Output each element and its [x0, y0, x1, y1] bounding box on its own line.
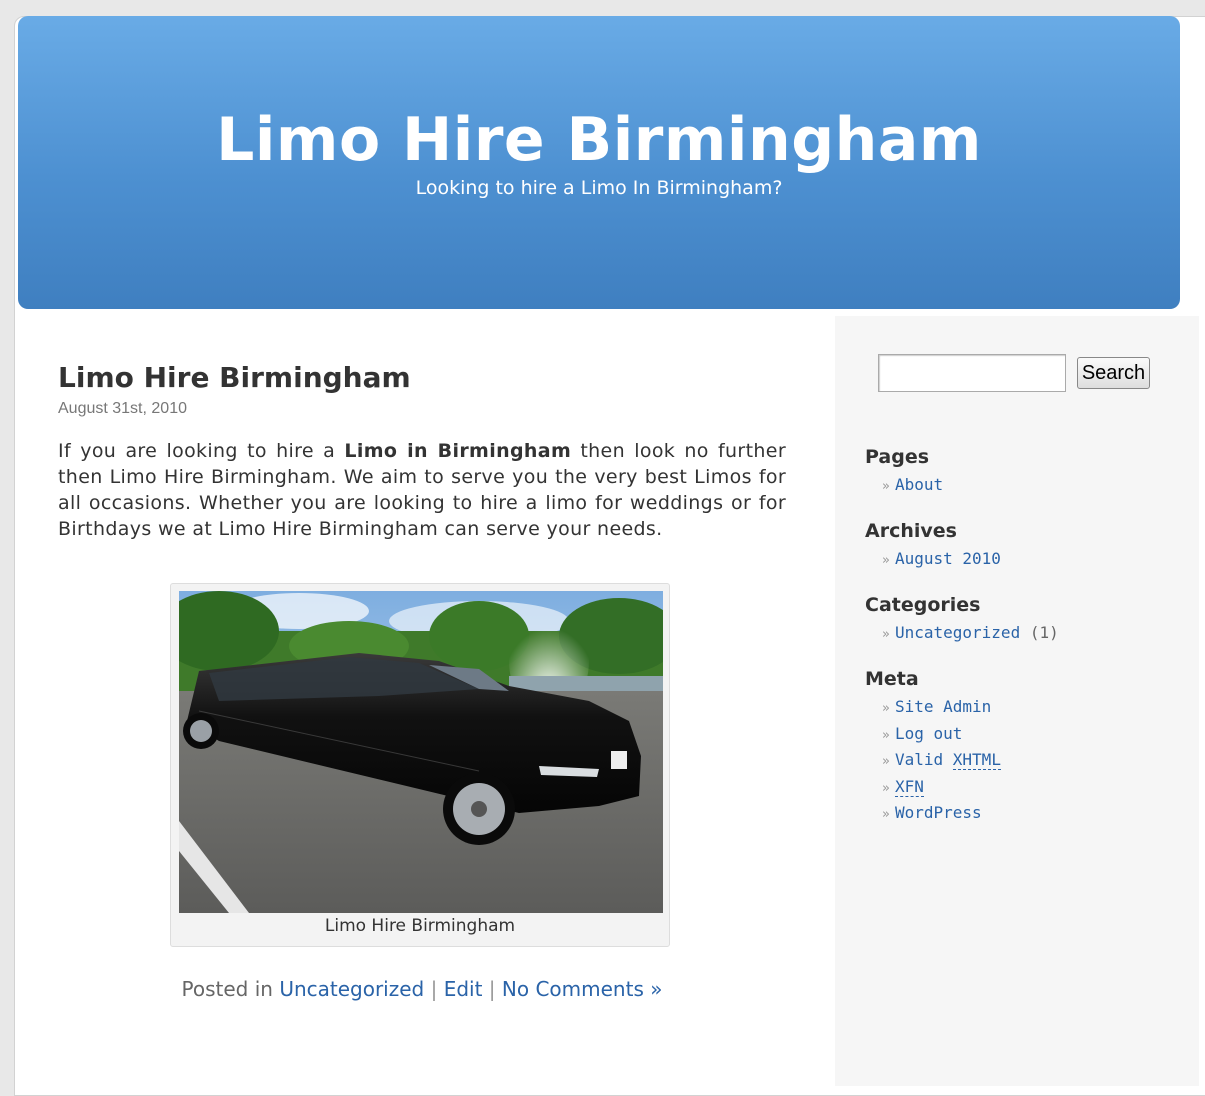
xfn-abbr: XFN	[894, 776, 924, 797]
wordpress-link[interactable]: WordPress	[895, 803, 982, 822]
meta-heading: Meta	[865, 668, 919, 690]
post-body-text: If you are looking to hire a	[58, 440, 336, 462]
post-meta: Posted in Uncategorized | Edit | No Comm…	[58, 977, 786, 1001]
valid-xhtml-link[interactable]: Valid XHTML	[895, 750, 1001, 770]
category-link-uncategorized[interactable]: Uncategorized	[895, 623, 1020, 642]
list-item: » About	[882, 473, 1185, 500]
bullet-icon: »	[882, 479, 890, 494]
post-body-bold: Limo in Birmingham	[344, 440, 572, 462]
categories-heading: Categories	[865, 594, 981, 616]
edit-link[interactable]: Edit	[444, 977, 483, 1001]
posted-in-label: Posted in	[181, 977, 273, 1001]
archives-heading: Archives	[865, 520, 957, 542]
log-out-link[interactable]: Log out	[895, 724, 962, 743]
categories-widget: Categories » Uncategorized (1)	[865, 593, 1185, 648]
list-item: » Valid XHTML	[882, 748, 1185, 775]
xhtml-abbr: XHTML	[952, 750, 1001, 770]
bullet-icon: »	[882, 780, 890, 796]
list-item: » Site Admin	[882, 695, 1185, 722]
meta-separator: |	[488, 977, 496, 1001]
site-header: Limo Hire Birmingham Looking to hire a L…	[18, 16, 1180, 309]
post-image-figure: Limo Hire Birmingham	[170, 583, 670, 947]
meta-widget: Meta » Site Admin » Log out » Valid XHTML »…	[865, 667, 1185, 828]
blog-title[interactable]: Limo Hire Birmingham	[18, 16, 1180, 176]
bullet-icon: »	[882, 807, 890, 822]
limo-photo[interactable]	[179, 591, 663, 913]
page-link-about[interactable]: About	[895, 475, 943, 494]
list-item: » XFN	[882, 775, 1185, 802]
archives-widget: Archives » August 2010	[865, 519, 1185, 574]
post-title[interactable]: Limo Hire Birmingham	[58, 360, 786, 396]
post-date: August 31st, 2010	[58, 400, 187, 417]
image-caption: Limo Hire Birmingham	[324, 916, 516, 936]
post-body: If you are looking to hire a Limo in Bir…	[58, 438, 786, 542]
blog-description: Looking to hire a Limo In Birmingham?	[415, 177, 783, 199]
bullet-icon: »	[882, 754, 890, 769]
list-item: » WordPress	[882, 801, 1185, 828]
site-admin-link[interactable]: Site Admin	[895, 697, 991, 716]
meta-separator: |	[430, 977, 438, 1001]
valid-label: Valid	[894, 750, 944, 769]
bullet-icon: »	[882, 553, 890, 568]
list-item: » Uncategorized (1)	[882, 621, 1185, 648]
archive-link-august-2010[interactable]: August 2010	[895, 549, 1001, 568]
pages-heading: Pages	[865, 446, 930, 468]
category-link[interactable]: Uncategorized	[279, 977, 424, 1001]
bullet-icon: »	[882, 701, 890, 716]
bullet-icon: »	[882, 627, 890, 642]
search-input[interactable]	[878, 354, 1066, 392]
bullet-icon: »	[882, 727, 890, 743]
search-button[interactable]: Search	[1077, 357, 1150, 389]
comments-link[interactable]: No Comments »	[502, 977, 663, 1001]
category-count: (1)	[1029, 623, 1059, 642]
list-item: » Log out	[882, 722, 1185, 749]
pages-widget: Pages » About	[865, 445, 1185, 500]
list-item: » August 2010	[882, 547, 1185, 574]
post: Limo Hire Birmingham August 31st, 2010 I…	[58, 360, 786, 1001]
xfn-link[interactable]: XFN	[894, 776, 924, 797]
